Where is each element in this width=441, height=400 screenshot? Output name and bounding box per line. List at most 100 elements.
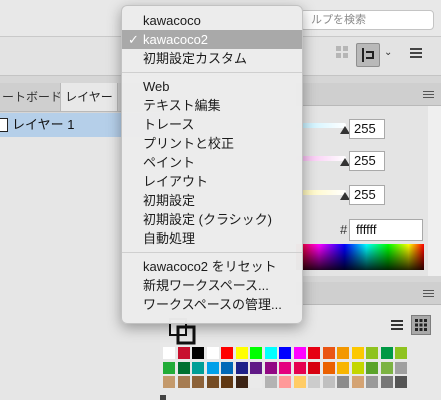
color-swatch[interactable] [351,361,364,374]
color-swatch[interactable] [380,376,393,388]
color-swatch[interactable] [308,376,320,388]
color-swatch[interactable] [235,376,248,388]
color-swatch[interactable] [163,376,175,388]
panel-menu-icon[interactable] [410,47,422,59]
channel-value-field[interactable]: 255 [349,151,385,171]
grid-view-icon[interactable] [411,315,431,335]
color-swatch[interactable] [264,376,277,388]
color-swatch[interactable] [206,347,219,359]
arrange-grid-icon[interactable] [336,46,348,58]
color-swatch[interactable] [192,361,204,374]
channel-value-field[interactable]: 255 [349,185,385,205]
color-swatch[interactable] [250,361,262,374]
color-swatch[interactable] [279,361,291,374]
list-view-icon[interactable] [387,315,407,335]
color-swatch[interactable] [206,361,219,374]
color-swatch[interactable] [322,376,335,388]
color-swatch[interactable] [380,361,393,374]
color-swatch[interactable] [163,347,175,359]
color-swatch[interactable] [192,376,204,388]
color-swatch[interactable] [351,376,364,388]
color-swatch[interactable] [206,376,219,388]
color-swatch[interactable] [192,347,204,359]
menu-item-label: ペイント [143,155,196,170]
menu-item[interactable]: 初期設定 [122,191,302,210]
menu-item[interactable]: プリントと校正 [122,134,302,153]
workspace-icon [362,48,374,62]
hex-color-field[interactable]: ffffff [349,219,423,241]
yellow-slider[interactable] [296,190,346,195]
color-swatch[interactable] [221,376,233,388]
menu-item-label: 自動処理 [143,231,196,246]
color-swatch[interactable] [250,347,262,359]
checkmark-icon: ✓ [128,32,139,47]
color-swatch[interactable] [177,347,190,359]
color-spectrum[interactable] [296,244,424,270]
color-swatch[interactable] [293,376,306,388]
color-swatch[interactable] [250,376,262,388]
color-swatch[interactable] [337,347,349,359]
menu-item[interactable]: Web [122,77,302,96]
color-swatch[interactable] [308,347,320,359]
menu-item-label: kawacoco2 をリセット [143,259,277,274]
menu-item[interactable]: ワークスペースの管理... [122,295,302,314]
chevron-down-icon[interactable]: ⌄ [384,47,392,58]
menu-item[interactable]: 初期設定カスタム [122,49,302,68]
color-swatch[interactable] [395,361,407,374]
tab-artboards[interactable]: ートボード [0,83,60,111]
menu-item-label: ワークスペースの管理... [143,297,282,312]
panel-menu-icon[interactable] [423,91,434,99]
workspace-menu: kawacoco ✓ kawacoco2 初期設定カスタム Web テキスト編集トレースプ… [121,5,303,324]
color-swatch[interactable] [308,361,320,374]
menu-item[interactable]: kawacoco [122,11,302,30]
color-swatch[interactable] [264,347,277,359]
color-panel-header [296,83,441,106]
menu-item[interactable]: kawacoco2 をリセット [122,257,302,276]
color-swatch[interactable] [366,347,378,359]
channel-value-field[interactable]: 255 [349,119,385,139]
color-swatch[interactable] [279,376,291,388]
color-swatch[interactable] [221,347,233,359]
color-swatch[interactable] [351,347,364,359]
menu-item[interactable]: 自動処理 [122,229,302,248]
menu-item-label: プリントと校正 [143,136,235,151]
color-swatch[interactable] [235,361,248,374]
panel-menu-icon[interactable] [423,290,434,298]
color-swatch[interactable] [163,361,175,374]
layer-thumbnail [0,118,8,132]
color-swatch[interactable] [337,361,349,374]
workspace-switcher-button[interactable] [356,43,380,67]
color-swatch[interactable] [293,361,306,374]
menu-item[interactable]: ペイント [122,153,302,172]
resize-handle[interactable] [160,395,166,400]
color-swatch[interactable] [279,347,291,359]
color-swatch[interactable] [380,347,393,359]
color-swatch[interactable] [322,361,335,374]
color-swatch[interactable] [177,361,190,374]
color-swatch[interactable] [221,361,233,374]
help-search-input[interactable]: ルプを検索 [300,10,434,30]
panel-scrollbar[interactable] [428,106,441,276]
color-swatch[interactable] [366,361,378,374]
magenta-slider[interactable] [296,156,346,161]
menu-item-label: トレース [143,117,195,132]
menu-item[interactable]: トレース [122,115,302,134]
menu-item[interactable]: 新規ワークスペース... [122,276,302,295]
color-swatch[interactable] [322,347,335,359]
color-swatch[interactable] [395,347,407,359]
tab-layers[interactable]: レイヤー [60,83,118,111]
menu-item[interactable]: ✓ kawacoco2 [122,30,302,49]
color-swatch[interactable] [293,347,306,359]
color-swatch[interactable] [177,376,190,388]
layer-name: レイヤー 1 [12,117,75,132]
menu-item[interactable]: テキスト編集 [122,96,302,115]
color-swatch[interactable] [264,361,277,374]
color-swatch[interactable] [337,376,349,388]
color-swatch[interactable] [235,347,248,359]
menu-item[interactable]: レイアウト [122,172,302,191]
color-swatch[interactable] [366,376,378,388]
menu-item[interactable]: 初期設定 (クラシック) [122,210,302,229]
cyan-slider[interactable] [296,123,346,128]
menu-item-label: kawacoco [143,13,201,28]
color-swatch[interactable] [395,376,407,388]
